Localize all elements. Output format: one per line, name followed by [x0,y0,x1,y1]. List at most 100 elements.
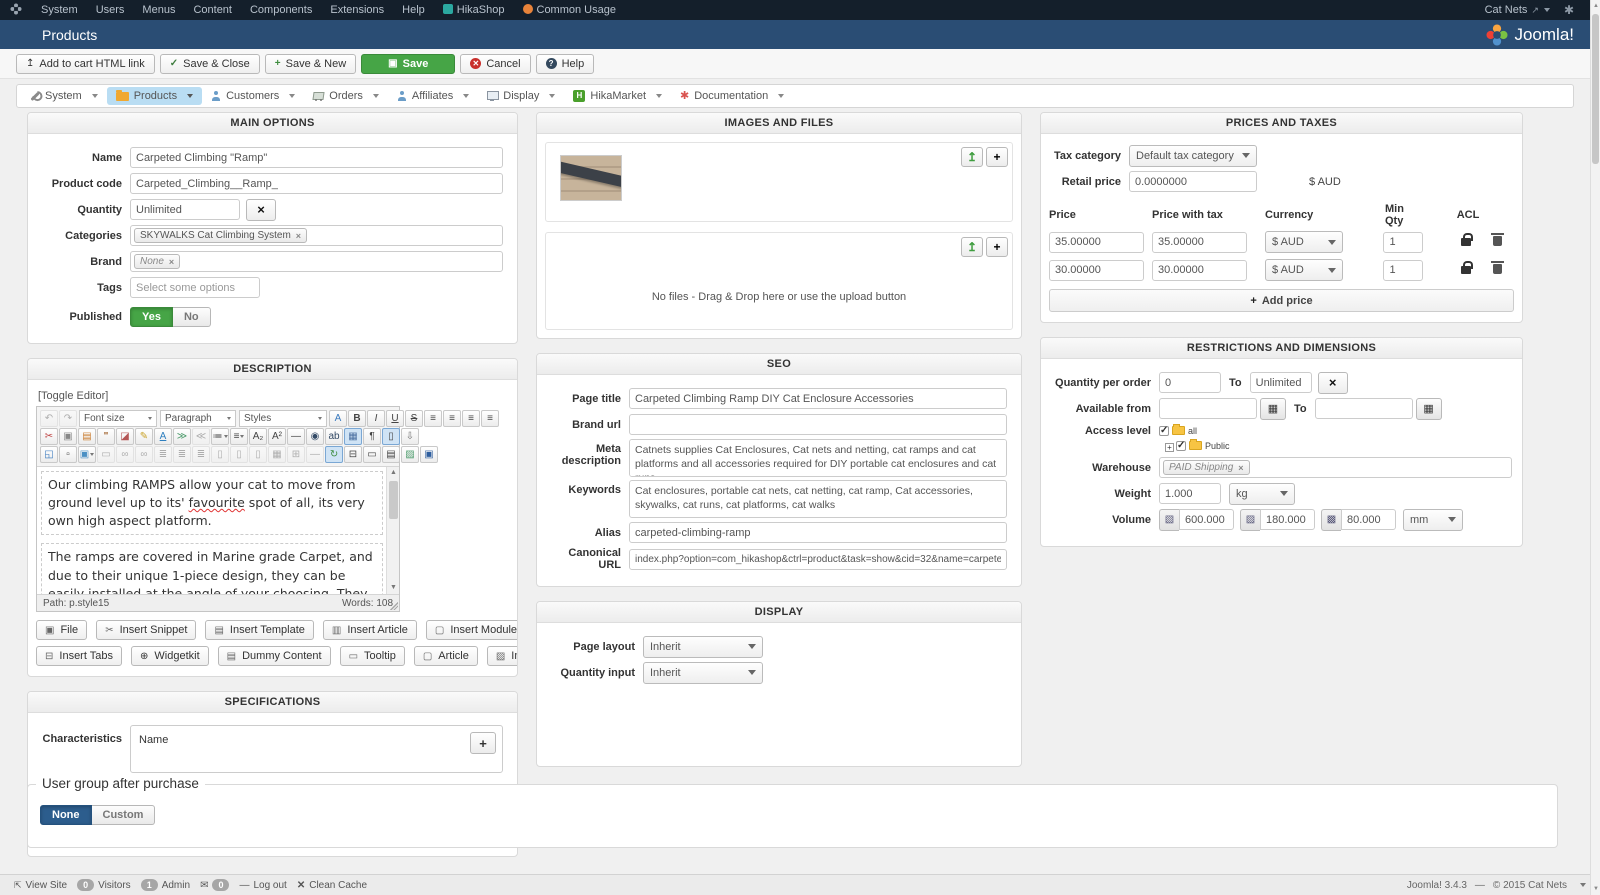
volume-unit-select[interactable]: mm [1403,509,1463,531]
align-center-icon[interactable]: ≡ [443,410,461,427]
underline-icon[interactable]: U [386,410,404,427]
cleanup-icon[interactable]: ✎ [135,428,153,445]
qty-min-input[interactable] [1159,372,1221,393]
brand-input[interactable]: None× [130,251,503,272]
upload-file-button[interactable]: ↥ [961,237,983,257]
menu-components[interactable]: Components [241,0,321,20]
show-blocks-icon[interactable]: ¶ [363,428,381,445]
keywords-textarea[interactable]: Cat enclosures, portable cat nets, cat n… [629,480,1007,518]
resize-grip[interactable] [390,602,398,610]
font-size-select[interactable]: Font size [79,410,157,427]
menu-hikashop[interactable]: HikaShop [434,0,514,20]
currency-select[interactable]: $ AUD [1265,231,1343,253]
page-break-icon[interactable]: ▯ [382,428,400,445]
retail-price-input[interactable] [1129,171,1257,192]
table-visualaid-icon[interactable]: ▦ [344,428,362,445]
published-no-button[interactable]: No [173,307,211,327]
menu-users[interactable]: Users [87,0,134,20]
article-button[interactable]: ▢Article [414,646,478,666]
messages-status[interactable]: ✉0 [200,879,229,891]
tags-input[interactable] [130,277,260,298]
tree-expander[interactable]: + [1165,443,1174,452]
unlink-icon[interactable]: ∞ [135,446,153,463]
insert-tabs-button[interactable]: ⊟Insert Tabs [36,646,122,666]
price-with-tax-input[interactable] [1152,232,1247,253]
price-input[interactable] [1049,232,1144,253]
styles-select[interactable]: Styles [239,410,327,427]
save-new-button[interactable]: +Save & New [265,54,356,74]
product-image-thumbnail[interactable] [560,155,622,201]
menu-system[interactable]: System [32,0,87,20]
delete-price-button[interactable] [1481,233,1514,251]
image-button[interactable]: ▨Image [487,646,518,666]
user-menu[interactable]: Cat Nets↗ [1485,4,1550,16]
volume-y-input[interactable] [1260,509,1315,530]
widgetkit-button[interactable]: ⊕Widgetkit [131,646,209,666]
delete-price-button[interactable] [1481,261,1514,279]
nav-products[interactable]: Products [107,87,202,105]
preview-icon[interactable]: ▫ [59,446,77,463]
split-cell-icon[interactable]: ▯ [249,446,267,463]
add-characteristic-button[interactable]: + [470,732,496,754]
min-qty-input[interactable] [1383,232,1423,253]
file-button[interactable]: ▣File [36,620,87,640]
menu-menus[interactable]: Menus [133,0,184,20]
undo-icon[interactable]: ↶ [40,410,58,427]
menu-content[interactable]: Content [184,0,241,20]
save-close-button[interactable]: ✓Save & Close [160,54,260,74]
template-icon[interactable]: ▤ [382,446,400,463]
bold-icon[interactable]: B [348,410,366,427]
published-yes-button[interactable]: Yes [130,307,173,327]
scroll-up-icon[interactable]: ▲ [1591,0,1600,12]
checkbox-public[interactable] [1176,441,1186,451]
cell-icon[interactable]: ▯ [211,446,229,463]
tax-category-select[interactable]: Default tax category [1129,145,1257,167]
joomla-mark-icon[interactable] [0,3,32,18]
remove-tag-icon[interactable]: × [169,257,174,267]
files-dropzone[interactable]: ↥ + No files - Drag & Drop here or use t… [545,232,1013,330]
subscript-icon[interactable]: A₂ [249,428,267,445]
add-price-button[interactable]: +Add price [1049,289,1514,312]
caret-icon[interactable] [1580,883,1586,887]
row-props-icon[interactable]: ▯ [230,446,248,463]
link-icon[interactable]: ∞ [116,446,134,463]
scroll-up-icon[interactable]: ▲ [387,467,399,479]
insert-media-icon[interactable]: ▭ [97,446,115,463]
nonbreaking-icon[interactable]: — [306,446,324,463]
weight-input[interactable] [1159,483,1221,504]
toggle-editor-link[interactable]: [Toggle Editor] [38,390,108,402]
indent-icon[interactable]: ≫ [173,428,191,445]
clean-cache-link[interactable]: ✕Clean Cache [297,880,367,891]
quantity-input-select[interactable]: Inherit [643,662,763,684]
help-button[interactable]: ?Help [536,54,595,74]
page-layout-select[interactable]: Inherit [643,636,763,658]
horizontal-rule-icon[interactable]: — [287,428,305,445]
nav-customers[interactable]: Customers [202,87,304,105]
quantity-clear-button[interactable]: × [246,199,276,221]
table-insert-icon[interactable]: ≣ [154,446,172,463]
save-doc-icon[interactable]: ▣ [420,446,438,463]
price-input[interactable] [1049,260,1144,281]
nav-hikamarket[interactable]: HHikaMarket [564,87,671,105]
insert-module-button[interactable]: ▢Insert Module [426,620,518,640]
checkbox-all[interactable] [1159,426,1169,436]
copy-icon[interactable]: ▣ [59,428,77,445]
dummy-content-button[interactable]: ▤Dummy Content [218,646,331,666]
insert-image-icon[interactable]: ▣ [78,446,96,463]
currency-select[interactable]: $ AUD [1265,259,1343,281]
table-row-icon[interactable]: ≣ [173,446,191,463]
user-group-none-button[interactable]: None [40,805,92,825]
add-to-cart-html-link-button[interactable]: ↥Add to cart HTML link [16,54,155,74]
nav-display[interactable]: Display [478,87,564,105]
numbered-list-icon[interactable]: ≔ [211,428,229,445]
insert-template-button[interactable]: ▤Insert Template [205,620,313,640]
fullscreen-icon[interactable]: ◱ [40,446,58,463]
menu-common-usage[interactable]: Common Usage [514,0,625,20]
text-color-icon[interactable]: A [329,410,347,427]
nav-documentation[interactable]: ✱Documentation [671,87,793,105]
weight-unit-select[interactable]: kg [1229,483,1295,505]
align-right-icon[interactable]: ≡ [462,410,480,427]
cut-icon[interactable]: ✂ [40,428,58,445]
align-left-icon[interactable]: ≡ [424,410,442,427]
insert-article-button[interactable]: ▥Insert Article [323,620,417,640]
